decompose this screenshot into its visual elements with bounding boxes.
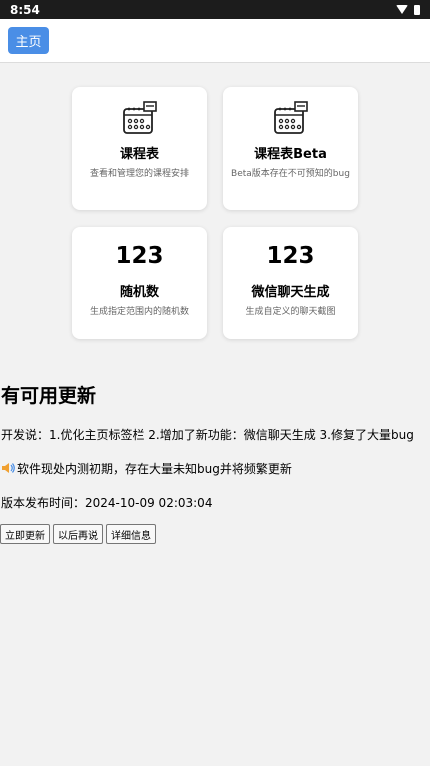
notice-line: 软件现处内测初期，存在大量未知bug并将频繁更新 [1, 460, 292, 477]
calendar-grid-icon [72, 99, 207, 139]
card-description: Beta版本存在不可预知的bug [231, 169, 350, 179]
later-button[interactable]: 以后再说 [53, 524, 103, 544]
number-icon: 123 [115, 243, 164, 269]
calendar-grid-icon [223, 99, 358, 139]
card-title: 课程表Beta [254, 147, 327, 162]
card-description: 生成自定义的聊天截图 [245, 307, 336, 317]
battery-icon [414, 4, 420, 15]
speaker-icon [2, 463, 15, 473]
update-actions: 立即更新 以后再说 详细信息 [0, 524, 156, 544]
card-schedule-beta[interactable]: 课程表Beta Beta版本存在不可预知的bug [223, 87, 358, 210]
number-icon: 123 [266, 243, 315, 269]
wifi-icon [396, 5, 408, 14]
card-description: 查看和管理您的课程安排 [89, 169, 189, 179]
card-title: 随机数 [119, 285, 159, 300]
update-now-button[interactable]: 立即更新 [0, 524, 50, 544]
home-button[interactable]: 主页 [8, 27, 49, 54]
card-title: 微信聊天生成 [251, 285, 330, 300]
details-button[interactable]: 详细信息 [106, 524, 156, 544]
notice-text: 软件现处内测初期，存在大量未知bug并将频繁更新 [17, 462, 292, 476]
card-schedule[interactable]: 课程表 查看和管理您的课程安排 [72, 87, 207, 210]
card-wechat-chat-generator[interactable]: 123 微信聊天生成 生成自定义的聊天截图 [223, 227, 358, 339]
status-time: 8:54 [10, 2, 40, 17]
card-random-number[interactable]: 123 随机数 生成指定范围内的随机数 [72, 227, 207, 339]
status-icons [396, 4, 420, 15]
card-description: 生成指定范围内的随机数 [89, 307, 189, 317]
card-title: 课程表 [119, 147, 159, 162]
update-heading: 有可用更新 [1, 385, 97, 407]
status-bar: 8:54 [0, 0, 430, 19]
changelog-text: 开发说：1.优化主页标签栏 2.增加了新功能：微信聊天生成 3.修复了大量bug [1, 428, 414, 442]
top-bar: 主页 [0, 19, 430, 63]
release-time: 版本发布时间：2024-10-09 02:03:04 [1, 496, 213, 510]
